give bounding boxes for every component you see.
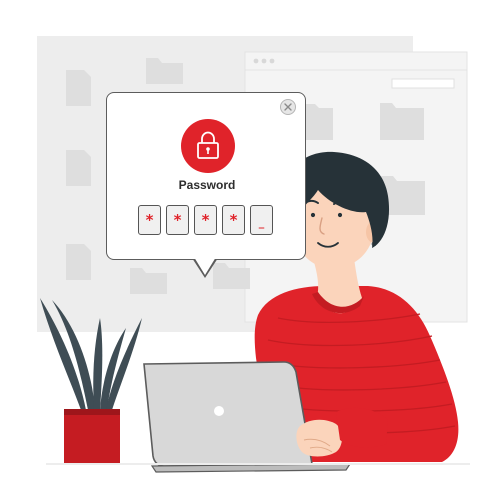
laptop-lid [143,361,313,467]
window-dot-icon [253,58,259,64]
file-icon [66,150,91,186]
folder-icon [305,104,333,140]
file-icon [66,244,91,280]
file-icon [66,70,91,106]
close-icon [284,103,292,111]
pin-digit-value: * [201,210,210,229]
pin-digit-field[interactable]: * [222,205,245,235]
window-dot-icon [261,58,267,64]
window-search-bar[interactable] [391,78,455,89]
pin-digit-value: * [173,210,182,229]
pin-digit-field-active[interactable]: _ [250,205,273,235]
laptop-base [150,463,352,473]
password-title: Password [178,178,236,192]
lock-badge [181,119,235,173]
pin-digit-value: * [229,210,238,229]
folder-icon [380,103,424,140]
pin-digit-field[interactable]: * [166,205,189,235]
lock-icon [197,131,219,159]
illustration-stage: Password * * * * _ [0,0,500,500]
pin-cursor: _ [258,216,265,229]
laptop-logo-icon [214,406,224,416]
password-input[interactable]: * * * * _ [138,205,273,235]
pin-digit-field[interactable]: * [138,205,161,235]
plant-pot [64,409,120,464]
popup-tail-fill [194,257,216,275]
password-dialog: Password * * * * _ [106,92,306,260]
close-button[interactable] [280,99,296,115]
window-dot-icon [269,58,275,64]
file-icons [66,70,91,280]
pin-digit-field[interactable]: * [194,205,217,235]
pin-digit-value: * [145,210,154,229]
